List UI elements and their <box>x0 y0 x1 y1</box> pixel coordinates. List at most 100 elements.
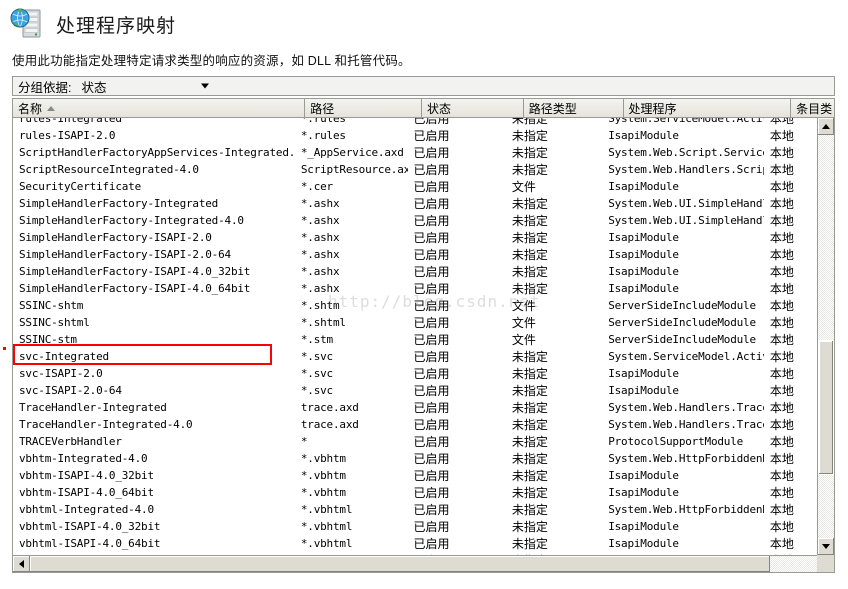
column-header-path-label: 路径 <box>310 101 335 116</box>
scroll-left-button[interactable] <box>13 556 30 572</box>
table-row[interactable]: SSINC-stm *.stm 已启用 文件 ServerSideIncludeModu… <box>13 331 817 348</box>
cell-handler: System.Web.HttpForbiddenH... <box>608 503 764 516</box>
group-by-select[interactable]: 状态 <box>79 77 214 95</box>
cell-state: 已启用 <box>413 418 450 432</box>
cell-state: 已启用 <box>413 520 450 534</box>
table-row[interactable]: SecurityCertificate *.cer 已启用 文件 IsapiModule… <box>13 178 817 195</box>
cell-state: 已启用 <box>413 282 450 296</box>
table-row[interactable]: SSINC-shtm *.shtm 已启用 文件 ServerSideIncludeMo… <box>13 297 817 314</box>
cell-entry_type: 本地 <box>769 418 794 432</box>
cell-path_type: 未指定 <box>511 537 548 551</box>
cell-name: SimpleHandlerFactory-Integrated-4.0 <box>19 214 244 227</box>
page-title: 处理程序映射 <box>56 15 177 37</box>
cell-path: *.svc <box>300 384 333 397</box>
cell-name: TraceHandler-Integrated-4.0 <box>19 418 193 431</box>
grid-body: rules-Integrated *.rules 已启用 未指定 System.Serv… <box>13 118 817 555</box>
table-row[interactable]: SimpleHandlerFactory-Integrated-4.0 *.ash… <box>13 212 817 229</box>
table-row[interactable]: vbhtm-ISAPI-4.0_32bit *.vbhtm 已启用 未指定 IsapiM… <box>13 467 817 484</box>
cell-path_type: 未指定 <box>511 282 548 296</box>
column-header-state[interactable]: 状态 <box>421 99 524 117</box>
cell-name: svc-ISAPI-2.0-64 <box>19 384 122 397</box>
column-header-handler[interactable]: 处理程序 <box>623 99 792 117</box>
cell-state: 已启用 <box>413 299 450 313</box>
column-header-path-type[interactable]: 路径类型 <box>523 99 624 117</box>
cell-handler: IsapiModule <box>608 520 679 533</box>
cell-path_type: 未指定 <box>511 197 548 211</box>
cell-entry_type: 本地 <box>769 248 794 262</box>
cell-entry_type: 本地 <box>769 118 794 126</box>
cell-entry_type: 本地 <box>769 282 794 296</box>
column-header-name[interactable]: 名称 <box>13 99 306 117</box>
vertical-scrollbar[interactable] <box>817 118 834 555</box>
table-row[interactable]: SimpleHandlerFactory-ISAPI-2.0 *.ashx 已启用 未… <box>13 229 817 246</box>
table-row[interactable]: SimpleHandlerFactory-ISAPI-4.0_64bit *.as… <box>13 280 817 297</box>
cell-path_type: 未指定 <box>511 129 548 143</box>
table-row[interactable]: vbhtm-Integrated-4.0 *.vbhtm 已启用 未指定 System.… <box>13 450 817 467</box>
cell-entry_type: 本地 <box>769 231 794 245</box>
table-row[interactable]: svc-Integrated *.svc 已启用 未指定 System.ServiceM… <box>13 348 817 365</box>
cell-name: vbhtml-ISAPI-4.0_64bit <box>19 537 161 550</box>
scroll-up-button[interactable] <box>818 118 834 135</box>
cell-path: *.ashx <box>300 214 340 227</box>
scroll-down-button[interactable] <box>818 538 834 555</box>
cell-entry_type: 本地 <box>769 163 794 177</box>
cell-handler: ServerSideIncludeModule <box>608 316 756 329</box>
cell-entry_type: 本地 <box>769 350 794 364</box>
cell-path: *.vbhtm <box>300 486 346 499</box>
cell-path_type: 文件 <box>511 316 536 330</box>
vertical-scroll-thumb[interactable] <box>818 340 834 475</box>
triangle-left-icon <box>19 560 24 568</box>
table-row[interactable]: SimpleHandlerFactory-Integrated *.ashx 已启用… <box>13 195 817 212</box>
table-row[interactable]: vbhtml-ISAPI-4.0_32bit *.vbhtml 已启用 未指定 Isap… <box>13 518 817 535</box>
cell-state: 已启用 <box>413 118 450 126</box>
table-row[interactable]: svc-ISAPI-2.0-64 *.svc 已启用 未指定 IsapiModule 本地 <box>13 382 817 399</box>
horizontal-scroll-thumb[interactable] <box>30 556 770 572</box>
table-row[interactable]: SimpleHandlerFactory-ISAPI-4.0_32bit *.as… <box>13 263 817 280</box>
cell-handler: IsapiModule <box>608 469 679 482</box>
table-row[interactable]: rules-ISAPI-2.0 *.rules 已启用 未指定 IsapiModule 本… <box>13 127 817 144</box>
triangle-up-icon <box>822 124 830 129</box>
cell-handler: IsapiModule <box>608 180 679 193</box>
cell-name: TraceHandler-Integrated <box>19 401 167 414</box>
chevron-down-icon[interactable] <box>201 83 210 89</box>
table-row[interactable]: ScriptResourceIntegrated-4.0 ScriptResour… <box>13 161 817 178</box>
cell-handler: IsapiModule <box>608 486 679 499</box>
cell-entry_type: 本地 <box>769 469 794 483</box>
cell-path_type: 文件 <box>511 299 536 313</box>
table-row[interactable]: rules-Integrated *.rules 已启用 未指定 System.Serv… <box>13 118 817 127</box>
table-row[interactable]: svc-ISAPI-2.0 *.svc 已启用 未指定 IsapiModule 本地 <box>13 365 817 382</box>
table-row[interactable]: ScriptHandlerFactoryAppServices-Integrat… <box>13 144 817 161</box>
cell-handler: System.Web.Script.Service... <box>608 146 764 159</box>
table-row[interactable]: SimpleHandlerFactory-ISAPI-2.0-64 *.ashx 已… <box>13 246 817 263</box>
horizontal-scrollbar[interactable] <box>13 555 834 572</box>
table-row[interactable]: TRACEVerbHandler * 已启用 未指定 ProtocolSupportMo… <box>13 433 817 450</box>
horizontal-scroll-track[interactable] <box>30 556 817 572</box>
table-row[interactable]: vbhtml-Integrated-4.0 *.vbhtml 已启用 未指定 Syste… <box>13 501 817 518</box>
column-header-entry-type[interactable]: 条目类 <box>791 99 834 117</box>
cell-state: 已启用 <box>413 197 450 211</box>
table-row[interactable]: TraceHandler-Integrated trace.axd 已启用 未指定 Sy… <box>13 399 817 416</box>
cell-entry_type: 本地 <box>769 333 794 347</box>
column-header-path[interactable]: 路径 <box>305 99 422 117</box>
table-row[interactable]: vbhtm-ISAPI-4.0_64bit *.vbhtm 已启用 未指定 IsapiM… <box>13 484 817 501</box>
cell-path: *.vbhtml <box>300 503 353 516</box>
table-row[interactable]: vbhtml-ISAPI-4.0_64bit *.vbhtml 已启用 未指定 Isap… <box>13 535 817 552</box>
cell-path: *.stm <box>300 333 333 346</box>
cell-state: 已启用 <box>413 214 450 228</box>
page-header: 处理程序映射 <box>0 0 848 42</box>
cell-state: 已启用 <box>413 265 450 279</box>
cell-name: TRACEVerbHandler <box>19 435 122 448</box>
table-row[interactable]: TraceHandler-Integrated-4.0 trace.axd 已启用 未… <box>13 416 817 433</box>
cell-handler: IsapiModule <box>608 384 679 397</box>
server-globe-icon <box>10 7 46 41</box>
cell-name: vbhtml-Integrated-4.0 <box>19 503 154 516</box>
cell-path_type: 未指定 <box>511 248 548 262</box>
cell-entry_type: 本地 <box>769 520 794 534</box>
cell-path: *.vbhtml <box>300 520 353 533</box>
cell-name: SSINC-shtm <box>19 299 84 312</box>
vertical-scroll-track[interactable] <box>818 135 834 538</box>
cell-entry_type: 本地 <box>769 197 794 211</box>
table-row[interactable]: SSINC-shtml *.shtml 已启用 文件 ServerSideInclude… <box>13 314 817 331</box>
group-by-bar: 分组依据: 状态 <box>12 76 835 96</box>
cell-state: 已启用 <box>413 452 450 466</box>
